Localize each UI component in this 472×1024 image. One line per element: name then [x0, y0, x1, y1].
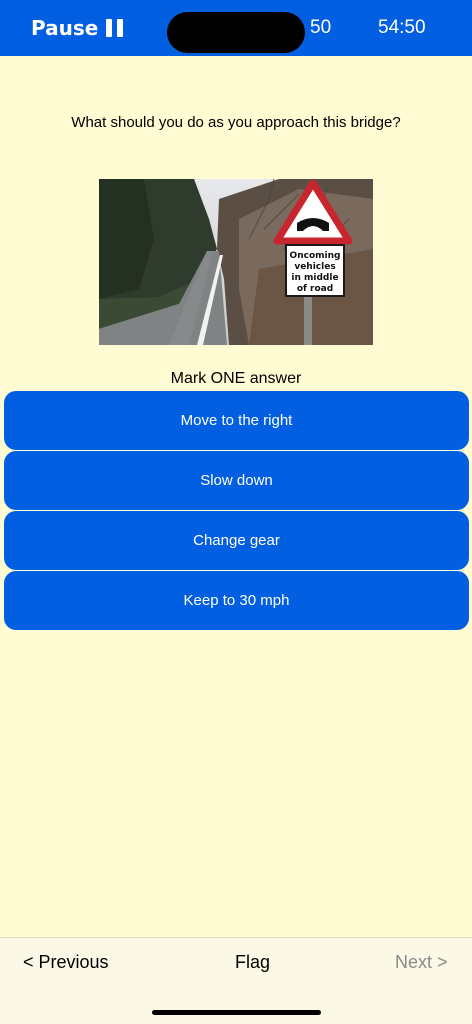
answer-instructions: Mark ONE answer — [170, 370, 302, 387]
answer-option[interactable]: Change gear — [4, 511, 469, 570]
sign-line-3: in middle — [291, 273, 338, 283]
pause-label: Pause — [31, 16, 99, 40]
answer-list: Move to the right Slow down Change gear … — [4, 391, 469, 631]
bottom-nav-bar: < Previous Flag Next > — [0, 937, 472, 1024]
sign-line-2: vehicles — [294, 262, 335, 272]
sign-line-1: Oncoming — [290, 251, 341, 261]
pause-icon — [106, 19, 124, 37]
previous-button[interactable]: < Previous — [23, 952, 109, 973]
answer-option[interactable]: Slow down — [4, 451, 469, 510]
home-indicator — [152, 1010, 321, 1015]
dynamic-island — [167, 12, 305, 53]
question-text: What should you do as you approach this … — [71, 114, 401, 131]
question-image: Oncoming vehicles in middle of road — [99, 179, 373, 345]
answer-option[interactable]: Move to the right — [4, 391, 469, 450]
top-bar: Pause 50 54:50 — [0, 0, 472, 56]
countdown-timer: 54:50 — [378, 17, 426, 38]
pause-button[interactable]: Pause — [31, 14, 124, 42]
answer-option[interactable]: Keep to 30 mph — [4, 571, 469, 630]
sign-line-4: of road — [297, 284, 333, 294]
question-number: 50 — [310, 17, 332, 38]
next-button[interactable]: Next > — [395, 952, 448, 973]
flag-button[interactable]: Flag — [235, 952, 270, 973]
